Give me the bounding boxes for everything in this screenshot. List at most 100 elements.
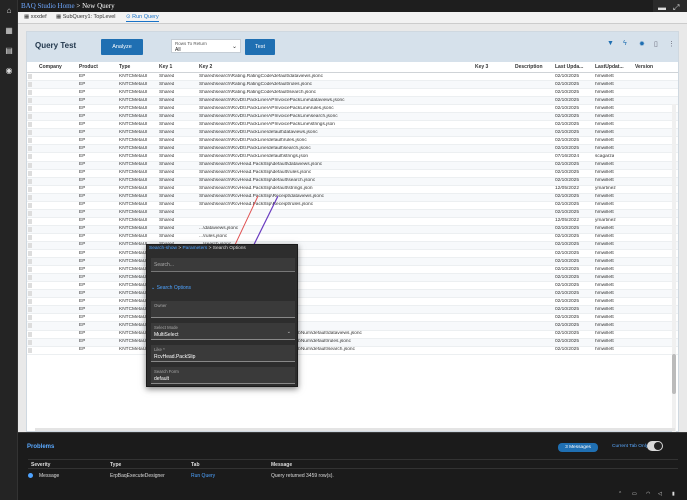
table-row[interactable]: EP KNTCMetaUI Shared Shared\search\RcvDtl.P… (27, 105, 678, 114)
row-selector[interactable] (28, 299, 32, 305)
row-selector[interactable] (28, 226, 32, 232)
problem-row[interactable]: Message ErpBaqExecuteDesigner Run Query … (28, 471, 678, 481)
row-selector[interactable] (28, 267, 32, 273)
row-selector[interactable] (28, 331, 32, 337)
row-selector[interactable] (28, 210, 32, 216)
table-row[interactable]: EP KNTCMetaUI Shared Shared\search\RcvDtl.P… (27, 113, 678, 122)
column-header[interactable]: Key 2 (199, 64, 212, 70)
row-selector[interactable] (28, 218, 32, 224)
row-selector[interactable] (28, 154, 32, 160)
table-row[interactable]: EPKNTCMetaUIShared...\rules.jsonc02/10/2… (27, 306, 678, 315)
column-header[interactable]: Company (39, 64, 62, 70)
analyze-button[interactable]: Analyze (101, 39, 143, 55)
table-row[interactable]: EP KNTCMetaUI Shared Shared\search\RcvHead.… (27, 193, 678, 202)
book-icon[interactable]: ▤ (4, 46, 14, 56)
rows-to-return-select[interactable]: Rows To Return All ⌄ (171, 39, 241, 53)
more-icon[interactable]: ⋮ (668, 40, 675, 48)
gear-icon[interactable]: ✹ (639, 40, 645, 48)
table-row[interactable]: EP KNTCMetaUI Shared Shared\search\RcvDtl.P… (27, 121, 678, 130)
row-selector[interactable] (28, 291, 32, 297)
export-icon[interactable]: ▯ (654, 40, 658, 48)
table-row[interactable]: EPKNTCMetaUIShared...\search.jsonc02/10/… (27, 241, 678, 251)
breadcrumb-home[interactable]: BAQ Studio Home (21, 2, 75, 10)
search-options-section-toggle[interactable]: ⌄ Search Options (151, 285, 191, 291)
clear-filter-icon[interactable]: ϟ (623, 40, 627, 47)
column-header[interactable]: Type (119, 64, 130, 70)
tab-link[interactable]: Run Query (191, 473, 215, 479)
search-form-field[interactable]: Search Form default (151, 367, 295, 384)
tab-xxxdef[interactable]: ▦ xxxdef (24, 14, 47, 20)
row-selector[interactable] (28, 146, 32, 152)
table-row[interactable]: EP KNTCMetaUI Shared Shared\search\Rating.R… (27, 73, 678, 82)
table-row[interactable]: EPKNTCMetaUIShared...\rules.jsonc02/10/2… (27, 234, 678, 242)
table-row[interactable]: EPKNTCMetaUIShared...\default\strings.js… (27, 274, 678, 283)
tab-subquery1[interactable]: ▦ SubQuery1: TopLevel (56, 14, 116, 20)
table-row[interactable]: EP KNTCMetaUI Shared Shared\search\RcvHead.… (27, 202, 678, 210)
table-row[interactable]: EP KNTCMetaUI Shared Shared\search\Rating.R… (27, 89, 678, 98)
table-row[interactable]: EP KNTCMetaUI Shared Shared\search\RcvHead.… (27, 170, 678, 178)
horizontal-scrollbar[interactable] (35, 428, 675, 431)
crumb-search-show[interactable]: Search-show (149, 246, 177, 251)
play-circle-icon[interactable]: ◉ (4, 66, 14, 76)
owner-field[interactable]: Owner (151, 301, 295, 318)
messages-badge[interactable]: 3 Messages (558, 443, 598, 452)
table-row[interactable]: EPKNTCMetaUIShared...\default\dataviews.… (27, 250, 678, 259)
table-row[interactable]: EP KNTCMetaUI Shared 12/05/2022 ymartinez (27, 218, 678, 226)
network-icon[interactable]: ◠ (646, 491, 650, 497)
table-row[interactable]: EP KNTCMetaUI Shared Shared\search\RcvDtl.P… (27, 153, 678, 162)
table-row[interactable]: EPKNTCMetaUIShared...\dataviews.jsonc02/… (27, 225, 678, 234)
row-selector[interactable] (28, 259, 32, 265)
table-row[interactable]: EP KNTCMetaUI Shared 02/10/2025 hmwillett (27, 209, 678, 218)
column-header[interactable]: Version (635, 64, 653, 70)
filter-icon[interactable]: ▼ (607, 40, 614, 47)
column-header[interactable]: Last Upda... (555, 64, 583, 70)
crumb-parameters[interactable]: Parameters (182, 246, 207, 251)
column-header[interactable]: Description (515, 64, 543, 70)
table-row[interactable]: EP KNTCMetaUI Shared Shared\search\Rating.R… (27, 81, 678, 90)
row-selector[interactable] (28, 178, 32, 184)
row-selector[interactable] (28, 122, 32, 128)
row-selector[interactable] (28, 138, 32, 144)
table-row[interactable]: EPKNTCMetaUIShared...\dataviews.jsonc02/… (27, 298, 678, 307)
table-row[interactable]: EPKNTCMetaUISharedShared\search\Receipts… (27, 338, 678, 347)
table-row[interactable]: EP KNTCMetaUI Shared Shared\search\RcvHead.… (27, 186, 678, 194)
current-tab-only-toggle[interactable] (647, 441, 663, 451)
row-selector[interactable] (28, 242, 32, 248)
scrollbar-thumb[interactable] (672, 354, 676, 394)
column-header[interactable]: Key 3 (475, 64, 488, 70)
table-row[interactable]: EP KNTCMetaUI Shared Shared\search\RcvDtl.P… (27, 145, 678, 154)
table-row[interactable]: EPKNTCMetaUIShared...\default\rules.json… (27, 258, 678, 267)
table-row[interactable]: EP KNTCMetaUI Shared Shared\search\RcvHead.… (27, 161, 678, 170)
volume-icon[interactable]: ◁ (658, 491, 662, 497)
table-row[interactable]: EPKNTCMetaUIShared...\search.jsonc02/10/… (27, 314, 678, 323)
row-selector[interactable] (28, 251, 32, 257)
row-selector[interactable] (28, 114, 32, 120)
chevron-up-icon[interactable]: ⌃ (618, 491, 622, 497)
tab-run-query[interactable]: ⊙ Run Query (126, 14, 159, 22)
display-icon[interactable]: ▭ (632, 491, 637, 497)
row-selector[interactable] (28, 315, 32, 321)
table-row[interactable]: EPKNTCMetaUIShared...\search.jsonc02/10/… (27, 290, 678, 299)
popup-search-input[interactable]: Search... (151, 258, 295, 272)
table-row[interactable]: EP KNTCMetaUI Shared Shared\search\RcvDtl.P… (27, 129, 678, 138)
vertical-scrollbar[interactable] (672, 104, 676, 432)
row-selector[interactable] (28, 74, 32, 79)
row-selector[interactable] (28, 98, 32, 104)
table-row[interactable]: EP KNTCMetaUI Shared Shared\search\RcvDtl.P… (27, 137, 678, 146)
column-header[interactable]: Product (79, 64, 98, 70)
grid-icon[interactable]: ▦ (4, 26, 14, 36)
row-selector[interactable] (28, 275, 32, 281)
test-button[interactable]: Test (245, 39, 275, 55)
table-row[interactable]: EP KNTCMetaUI Shared Shared\search\RcvDtl.P… (27, 97, 678, 106)
home-icon[interactable]: ⌂ (4, 6, 14, 16)
row-selector[interactable] (28, 339, 32, 345)
row-selector[interactable] (28, 307, 32, 313)
menu-icon[interactable]: ▬ (658, 3, 666, 12)
table-row[interactable]: EPKNTCMetaUISharedShared\search\Receipts… (27, 347, 678, 355)
table-row[interactable]: EPKNTCMetaUISharedShared\search\Receipts… (27, 331, 678, 339)
table-row[interactable]: EPKNTCMetaUIShared...\rules.jsonc02/10/2… (27, 282, 678, 291)
row-selector[interactable] (28, 170, 32, 176)
table-row[interactable]: EPKNTCMetaUIShared...\strings.json02/10/… (27, 322, 678, 331)
row-selector[interactable] (28, 323, 32, 329)
table-row[interactable]: EP KNTCMetaUI Shared Shared\search\RcvHead.… (27, 177, 678, 186)
